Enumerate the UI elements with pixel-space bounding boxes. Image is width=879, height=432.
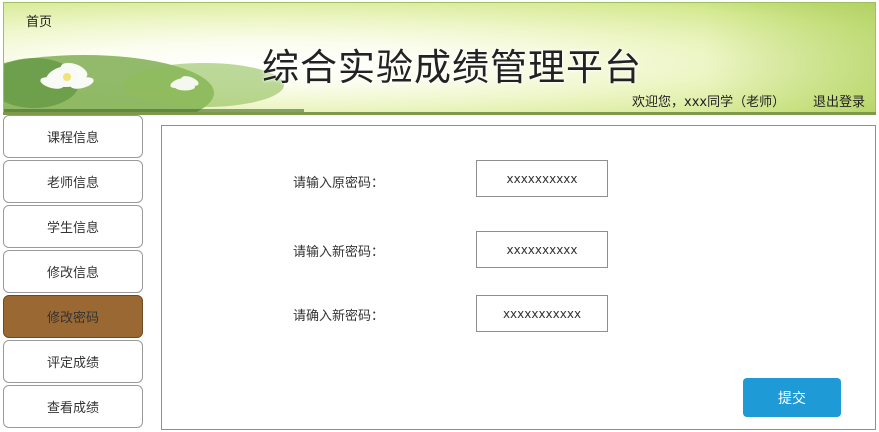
new-password-label: 请输入新密码： <box>293 245 385 260</box>
old-password-label: 请输入原密码： <box>293 176 385 191</box>
site-title: 综合实验成绩管理平台 <box>262 46 642 89</box>
home-link[interactable]: 首页 <box>26 11 52 30</box>
sidebar-item-edit-info[interactable]: 修改信息 <box>3 250 143 293</box>
sidebar-item-change-password[interactable]: 修改密码 <box>3 295 143 338</box>
submit-button[interactable]: 提交 <box>743 378 841 417</box>
confirm-password-label: 请确入新密码： <box>293 309 385 324</box>
logout-link[interactable]: 退出登录 <box>813 91 865 110</box>
old-password-input[interactable] <box>476 160 608 197</box>
sidebar-item-evaluate-grades[interactable]: 评定成绩 <box>3 340 143 383</box>
sidebar-item-course-info[interactable]: 课程信息 <box>3 115 143 158</box>
sidebar-item-student-info[interactable]: 学生信息 <box>3 205 143 248</box>
header-banner: 首页 综合实验成绩管理平台 欢迎您，xxx同学（老师） 退出登录 <box>3 2 876 114</box>
new-password-input[interactable] <box>476 231 608 268</box>
sidebar-item-teacher-info[interactable]: 老师信息 <box>3 160 143 203</box>
sidebar-item-view-grades[interactable]: 查看成绩 <box>3 385 143 428</box>
welcome-text: 欢迎您，xxx同学（老师） <box>632 95 786 110</box>
sidebar-nav: 课程信息 老师信息 学生信息 修改信息 修改密码 评定成绩 查看成绩 <box>3 115 143 430</box>
change-password-panel: 请输入原密码： 请输入新密码： 请确入新密码： 提交 <box>161 125 876 430</box>
confirm-password-input[interactable] <box>476 295 608 332</box>
lotus-decoration-icon <box>4 55 304 113</box>
